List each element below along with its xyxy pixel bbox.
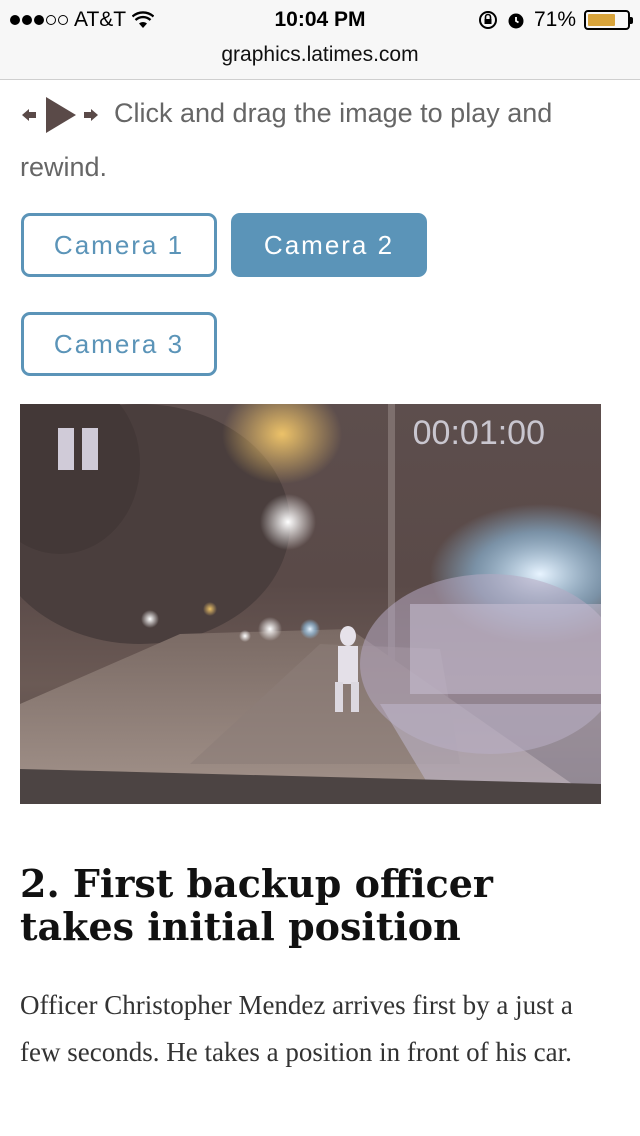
url-text: graphics.latimes.com <box>221 43 419 66</box>
dashcam-video[interactable]: 00:01:00 <box>20 404 601 804</box>
pause-icon[interactable] <box>58 428 102 470</box>
status-right: 71% <box>478 8 633 32</box>
status-bar: AT&T 10:04 PM 71% <box>0 0 640 40</box>
rotation-lock-icon <box>478 11 497 29</box>
camera-1-label: Camera 1 <box>53 229 185 260</box>
camera-1-button[interactable]: Camera 1 <box>21 213 217 277</box>
camera-2-label: Camera 2 <box>263 229 395 260</box>
alarm-icon <box>508 13 524 29</box>
camera-2-button[interactable]: Camera 2 <box>231 213 427 277</box>
battery-icon <box>584 10 633 30</box>
camera-3-label: Camera 3 <box>53 328 185 359</box>
section-body: Officer Christopher Mendez arrives first… <box>20 990 573 1067</box>
dashcam-frame <box>20 404 601 804</box>
video-timecode: 00:01:00 <box>412 414 545 452</box>
instruction: Click and drag the image to play and rew… <box>20 86 620 194</box>
address-bar[interactable]: graphics.latimes.com <box>0 40 640 80</box>
battery-fill <box>588 14 615 26</box>
drag-control-icon <box>20 93 100 137</box>
battery-percent: 71% <box>533 8 576 31</box>
camera-3-button[interactable]: Camera 3 <box>21 312 217 376</box>
section-heading: 2. First backup officer takes initial po… <box>20 861 493 949</box>
